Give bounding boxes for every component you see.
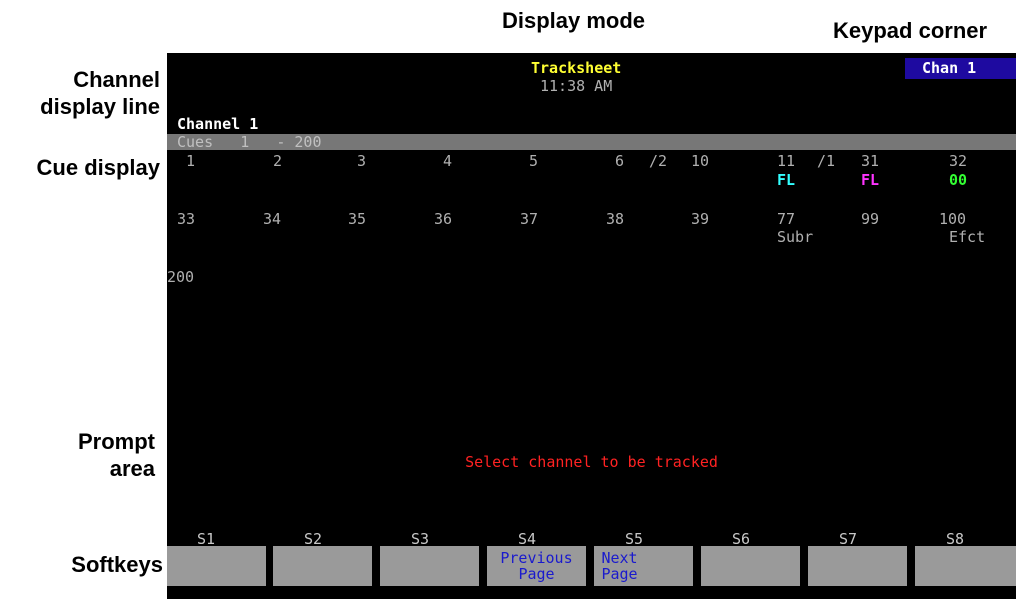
cue-number[interactable]: 10: [691, 153, 709, 169]
channel-display-line-callout: Channel display line: [0, 66, 160, 120]
cues-header-bar: Cues 1 - 200: [167, 134, 1016, 150]
softkey-label: S2: [304, 530, 323, 548]
softkey-s5-next-page-button[interactable]: Next Page: [594, 546, 693, 586]
prompt-message: Select channel to be tracked: [465, 453, 718, 471]
cue-number[interactable]: 35: [348, 211, 366, 227]
display-mode-callout: Display mode: [502, 8, 646, 33]
softkey-s2-button[interactable]: [273, 546, 372, 586]
cue-number[interactable]: 39: [691, 211, 709, 227]
cue-number[interactable]: 38: [606, 211, 624, 227]
softkey-label: S3: [411, 530, 430, 548]
softkey-label: S7: [839, 530, 858, 548]
softkey-label: S8: [946, 530, 965, 548]
softkey-s5-text: Next Page: [601, 549, 638, 583]
cue-part: /2: [649, 152, 668, 170]
cue-tag-subr: Subr: [777, 228, 814, 246]
cue-part: /1: [817, 152, 836, 170]
display-mode-title: Tracksheet: [531, 59, 622, 77]
softkey-label: S4: [518, 530, 537, 548]
softkeys-callout: Softkeys: [71, 552, 163, 577]
flag-fl-magenta: FL: [861, 171, 880, 189]
keypad-corner-text: Chan 1: [922, 59, 977, 77]
flag-oo-green: 00: [949, 171, 968, 189]
cue-number[interactable]: 100: [939, 211, 966, 227]
cue-number[interactable]: 6: [615, 153, 624, 169]
flag-fl-cyan: FL: [777, 171, 796, 189]
prompt-area-callout: Prompt area: [0, 428, 155, 482]
softkey-s6-button[interactable]: [701, 546, 800, 586]
softkey-label: S6: [732, 530, 751, 548]
softkey-s7-button[interactable]: [808, 546, 907, 586]
cue-number[interactable]: 31: [861, 153, 879, 169]
softkey-s1-button[interactable]: [167, 546, 266, 586]
cue-tag-efct: Efct: [949, 228, 986, 246]
cue-number[interactable]: 99: [861, 211, 879, 227]
softkey-s3-button[interactable]: [380, 546, 479, 586]
softkey-label: S5: [625, 530, 644, 548]
cue-number[interactable]: 200: [167, 269, 194, 285]
prompt-area-callout-line2: area: [109, 456, 155, 481]
softkey-label: S1: [197, 530, 216, 548]
cue-number[interactable]: 11: [777, 153, 795, 169]
cue-number[interactable]: 36: [434, 211, 452, 227]
cue-number[interactable]: 3: [357, 153, 366, 169]
keypad-corner-box: Chan 1: [905, 58, 1016, 79]
cue-number[interactable]: 4: [443, 153, 452, 169]
cue-number[interactable]: 5: [529, 153, 538, 169]
prompt-area-callout-line1: Prompt: [78, 429, 155, 454]
cue-number[interactable]: 32: [949, 153, 967, 169]
cue-number[interactable]: 1: [186, 153, 195, 169]
cue-number[interactable]: 37: [520, 211, 538, 227]
console-screen: Tracksheet 11:38 AM Chan 1 Channel 1 Cue…: [167, 53, 1016, 599]
cue-number[interactable]: 33: [177, 211, 195, 227]
cue-display-callout: Cue display: [36, 155, 160, 180]
cues-header-text: Cues 1 - 200: [177, 133, 322, 151]
softkey-s8-button[interactable]: [915, 546, 1016, 586]
cue-number[interactable]: 34: [263, 211, 281, 227]
clock-time: 11:38 AM: [540, 77, 613, 95]
cue-number[interactable]: 2: [273, 153, 282, 169]
channel-display-line-callout-line1: Channel: [73, 67, 160, 92]
channel-display-line-callout-line2: display line: [40, 94, 160, 119]
channel-display-line: Channel 1: [177, 115, 259, 133]
keypad-corner-callout: Keypad corner: [833, 18, 988, 43]
cue-number[interactable]: 77: [777, 211, 795, 227]
